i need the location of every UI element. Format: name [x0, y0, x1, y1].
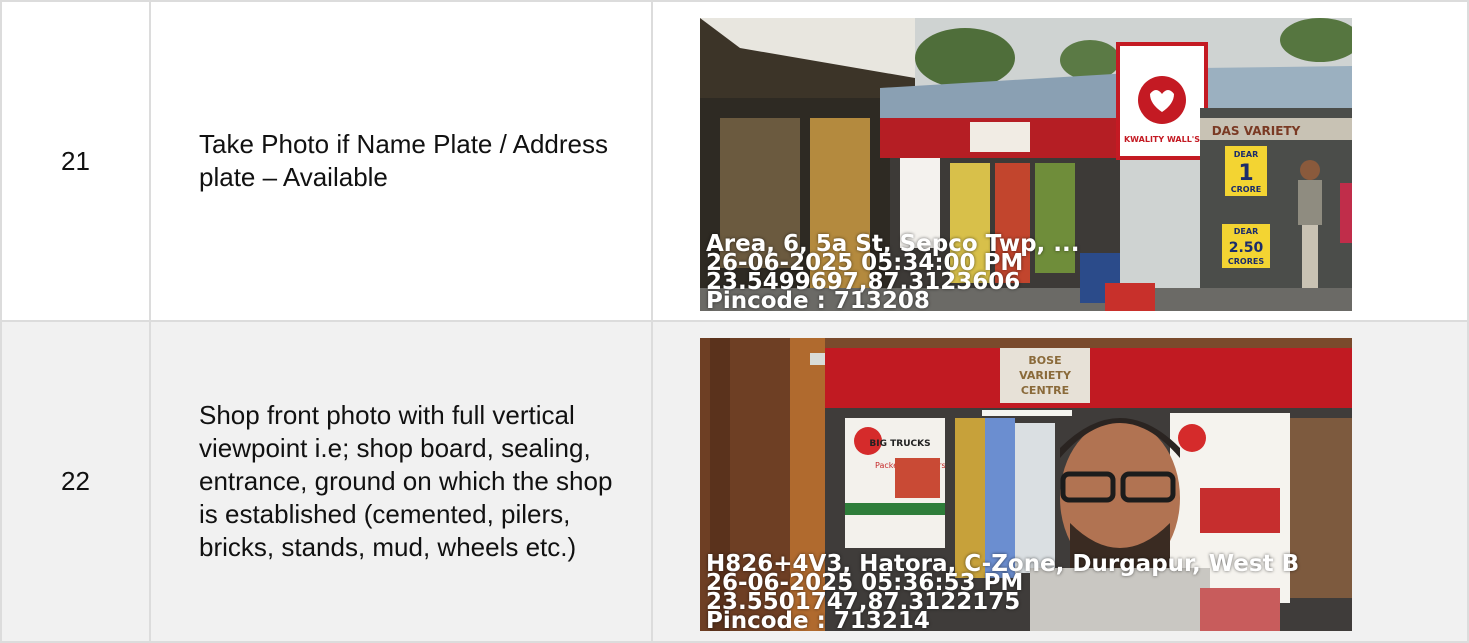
- svg-text:VARIETY: VARIETY: [1019, 369, 1072, 382]
- geo-stamp: Area, 6, 5a St, Sepco Twp, ... 26-06-202…: [706, 233, 1080, 312]
- shop-sign-text: DAS VARIETY: [1212, 124, 1301, 138]
- row-number: 22: [0, 320, 151, 643]
- svg-text:CENTRE: CENTRE: [1021, 384, 1069, 397]
- ticket-2-value: 2.50: [1229, 240, 1264, 256]
- ticket-1-unit: CRORE: [1231, 185, 1261, 194]
- geo-stamp: H826+4V3, Hatora, C-Zone, Durgapur, West…: [706, 553, 1299, 632]
- row-description: Take Photo if Name Plate / Address plate…: [149, 0, 653, 322]
- table-row: 21 Take Photo if Name Plate / Address pl…: [0, 0, 1469, 322]
- ticket-2-unit: CRORES: [1228, 257, 1264, 266]
- table-row: 22 Shop front photo with full vertical v…: [0, 320, 1469, 643]
- stamp-pincode: Pincode : 713208: [706, 288, 930, 312]
- ice-cream-board-text: KWALITY WALL'S: [1124, 135, 1200, 144]
- poster-text: BIG TRUCKS: [869, 439, 930, 449]
- banner-text: BOSE: [1028, 354, 1061, 367]
- photo-cell: KWALITY WALL'S DAS VARIETY DEAR 1 CRORE …: [651, 0, 1469, 322]
- ticket-2-label: DEAR: [1234, 227, 1258, 236]
- name-plate-photo[interactable]: KWALITY WALL'S DAS VARIETY DEAR 1 CRORE …: [700, 18, 1352, 311]
- row-description: Shop front photo with full vertical view…: [149, 320, 653, 643]
- photo-checklist-table: 21 Take Photo if Name Plate / Address pl…: [0, 0, 1469, 643]
- ticket-1-value: 1: [1238, 161, 1253, 186]
- ticket-1-label: DEAR: [1234, 150, 1258, 159]
- shop-front-photo[interactable]: BOSE VARIETY CENTRE BIG TRUCKS Packers &…: [700, 338, 1352, 631]
- row-number: 21: [0, 0, 151, 322]
- photo-cell: BOSE VARIETY CENTRE BIG TRUCKS Packers &…: [651, 320, 1469, 643]
